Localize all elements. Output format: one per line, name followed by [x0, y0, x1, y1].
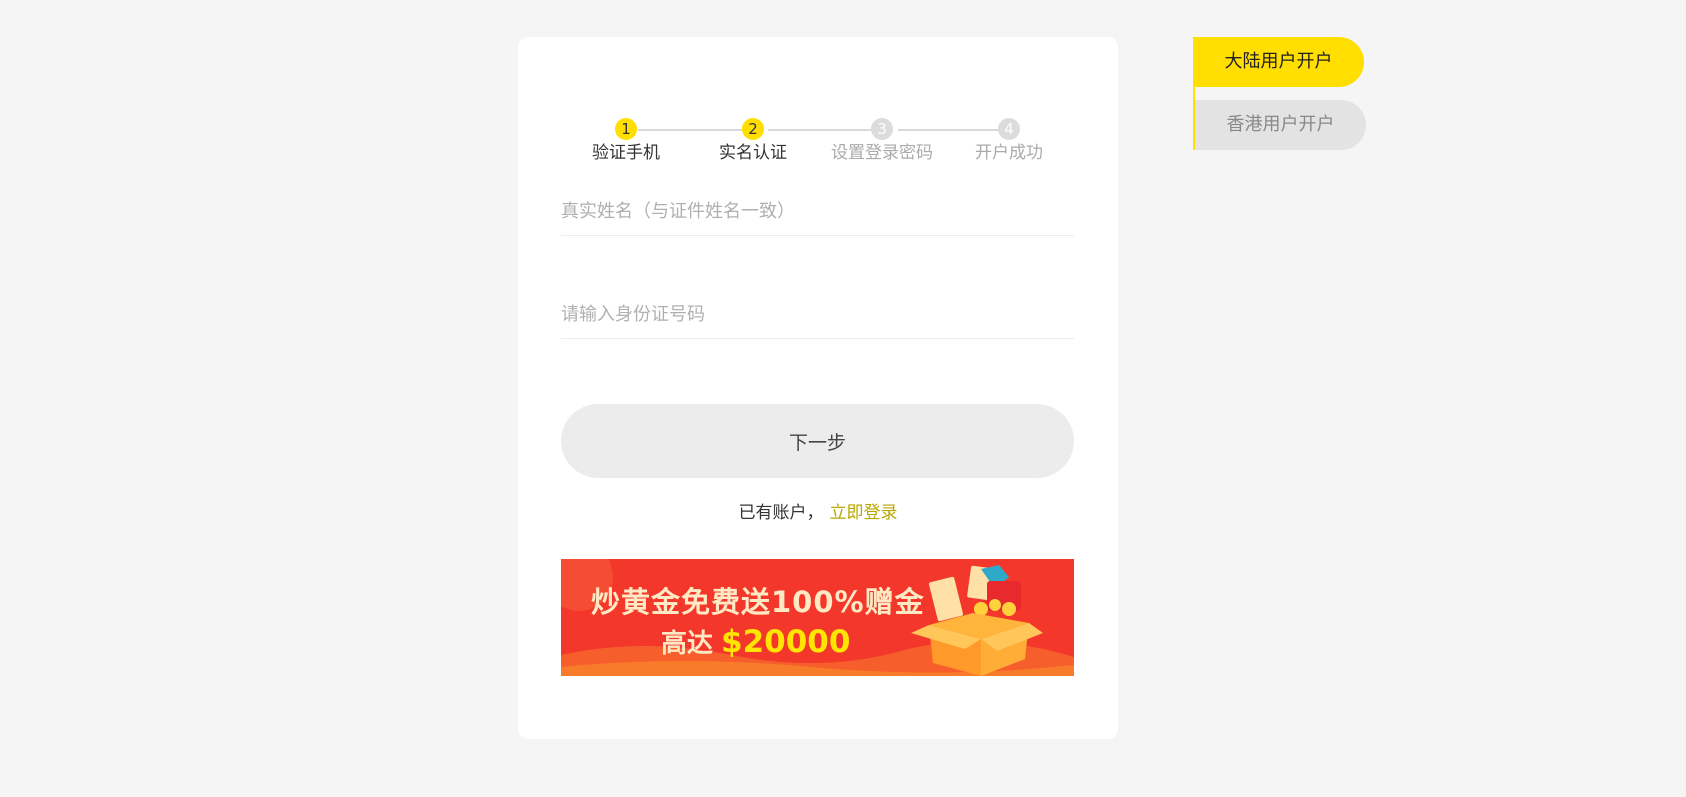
step-2: 2 实名认证: [693, 118, 813, 164]
banner-amount: $20000: [721, 624, 851, 660]
step-1-number: 1: [615, 118, 637, 140]
step-2-label: 实名认证: [719, 143, 787, 163]
step-3-number: 3: [871, 118, 893, 140]
id-number-input[interactable]: [561, 292, 1074, 336]
step-3: 3 设置登录密码: [822, 118, 942, 164]
step-4-label: 开户成功: [975, 143, 1043, 163]
promo-banner[interactable]: 炒黄金免费送100%赠金 高达 $20000: [561, 559, 1074, 676]
tab-hongkong-account[interactable]: 香港用户开户: [1193, 100, 1366, 150]
real-name-input[interactable]: [561, 189, 1074, 233]
login-prompt: 已有账户， 立即登录: [518, 498, 1118, 523]
register-card: 1 验证手机 2 实名认证 3 设置登录密码 4 开户成功 下一步 已有账户， 立…: [518, 37, 1118, 739]
login-link[interactable]: 立即登录: [830, 503, 898, 523]
banner-subline: 高达 $20000: [661, 623, 850, 660]
step-4: 4 开户成功: [949, 118, 1069, 164]
step-3-label: 设置登录密码: [831, 143, 933, 163]
step-4-number: 4: [998, 118, 1020, 140]
real-name-field: [561, 189, 1074, 236]
step-2-number: 2: [742, 118, 764, 140]
next-step-button[interactable]: 下一步: [561, 404, 1074, 478]
tab-joiner: [1193, 87, 1195, 100]
step-progress: 1 验证手机 2 实名认证 3 设置登录密码 4 开户成功: [518, 80, 1118, 163]
banner-subline-prefix: 高达: [661, 629, 714, 659]
login-prompt-text: 已有账户，: [738, 503, 824, 523]
banner-headline: 炒黄金免费送100%赠金: [591, 585, 925, 619]
step-1-label: 验证手机: [592, 143, 660, 163]
step-1: 1 验证手机: [566, 118, 686, 164]
tab-mainland-account[interactable]: 大陆用户开户: [1193, 37, 1364, 87]
id-number-field: [561, 292, 1074, 339]
